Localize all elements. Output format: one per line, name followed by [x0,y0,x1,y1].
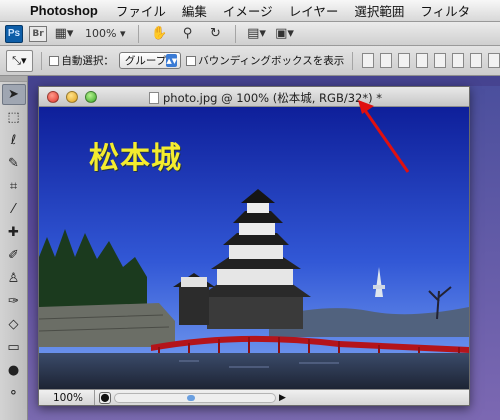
desktop-background [470,86,500,420]
brush-tool-icon[interactable]: ✐ [2,245,26,266]
view-extras-icon[interactable]: ▦▾ [53,25,75,43]
menu-filter[interactable]: フィルタ [420,1,470,20]
image-canvas[interactable]: 松本城 [39,107,469,389]
lasso-tool-icon[interactable]: ℓ [2,130,26,151]
blur-tool-icon[interactable]: ● [2,360,26,381]
align-top-icon[interactable] [361,53,374,68]
quick-selection-tool-icon[interactable]: ✎ [2,153,26,174]
minimize-button[interactable] [66,90,78,103]
app-menu[interactable]: Photoshop [30,3,98,18]
bounding-box-checkbox[interactable] [186,55,197,66]
status-info-menu-icon[interactable]: ⬤ [99,391,111,404]
auto-select-label: 自動選択： [61,55,114,67]
auto-select-option[interactable]: 自動選択： [49,53,114,68]
move-tool-icon[interactable]: ➤ [1,84,26,105]
align-bottom-icon[interactable] [397,53,410,68]
zoom-level-select[interactable]: 100% ▾ [85,27,125,40]
close-button[interactable] [47,90,59,103]
gradient-tool-icon[interactable]: ▭ [2,337,26,358]
marquee-tool-icon[interactable]: ⬚ [2,107,26,128]
clone-stamp-tool-icon[interactable]: ♙ [2,268,26,289]
divider [235,24,237,43]
align-left-icon[interactable] [415,53,428,68]
menu-edit[interactable]: 編集 [182,1,207,20]
divider [352,51,353,70]
auto-select-target-dropdown[interactable]: グループ ▲▼ [118,52,182,69]
photoshop-logo: Ps [5,24,23,43]
document-title: photo.jpg @ 100% (松本城, RGB/32*) * [149,90,382,106]
tool-preset-picker[interactable]: ⤡▾ [6,49,33,72]
distribute-center-icon[interactable] [487,53,500,68]
zoom-level-value: 100% [85,27,117,40]
screen-mode-icon[interactable]: ▣▾ [273,25,295,43]
menu-layer[interactable]: レイヤー [289,1,339,20]
align-horizontal-center-icon[interactable] [433,53,446,68]
scrollbar-thumb[interactable] [187,394,195,401]
menu-file[interactable]: ファイル [116,1,166,20]
menu-image[interactable]: イメージ [223,1,273,20]
application-bar: Ps Br ▦▾ 100% ▾ ✋ ⚲ ↻ ▤▾ ▣▾ [0,22,500,46]
zoom-button[interactable] [85,90,97,103]
menu-select[interactable]: 選択範囲 [354,1,404,20]
hand-tool-icon[interactable]: ✋ [148,25,170,43]
eyedropper-tool-icon[interactable]: ⁄ [2,199,26,220]
align-right-icon[interactable] [451,53,464,68]
overlay-text-layer[interactable]: 松本城 [89,133,182,177]
zoom-tool-icon[interactable]: ⚲ [176,25,198,43]
history-brush-tool-icon[interactable]: ✑ [2,291,26,312]
dodge-tool-icon[interactable]: ⚬ [2,383,26,404]
document-title-text: photo.jpg @ 100% (松本城, RGB/32*) * [163,91,382,105]
eraser-tool-icon[interactable]: ◇ [2,314,26,335]
document-zoom-field[interactable]: 100% [39,390,95,405]
file-icon [149,92,159,104]
document-status-bar: 100% ⬤ ▶ [39,389,469,405]
crop-tool-icon[interactable]: ⌗ [2,176,26,197]
horizontal-scrollbar[interactable] [114,392,276,403]
healing-brush-tool-icon[interactable]: ✚ [2,222,26,243]
tools-panel-grip[interactable] [0,76,27,82]
menu-bar: Photoshop ファイル 編集 イメージ レイヤー 選択範囲 フィルタ [0,0,500,22]
tools-panel: ➤ ⬚ ℓ ✎ ⌗ ⁄ ✚ ✐ ♙ ✑ ◇ ▭ ● ⚬ [0,76,28,420]
options-bar: ⤡▾ 自動選択： グループ ▲▼ バウンディングボックスを表示 [0,46,500,76]
document-window: photo.jpg @ 100% (松本城, RGB/32*) * 松本城 10… [38,86,470,406]
bridge-button[interactable]: Br [29,25,47,42]
align-vertical-center-icon[interactable] [379,53,392,68]
auto-select-target-value: グループ [124,55,167,67]
distribute-top-icon[interactable] [469,53,482,68]
bounding-box-label: バウンディングボックスを表示 [198,55,345,67]
rotate-view-icon[interactable]: ↻ [204,25,226,43]
document-titlebar[interactable]: photo.jpg @ 100% (松本城, RGB/32*) * [39,87,469,107]
auto-select-checkbox[interactable] [49,55,60,66]
arrange-documents-icon[interactable]: ▤▾ [245,25,267,43]
status-arrow-icon[interactable]: ▶ [279,393,289,403]
divider [138,24,140,43]
divider [40,51,42,70]
show-bounding-box-option[interactable]: バウンディングボックスを表示 [186,53,344,68]
dropdown-arrow-icon: ▲▼ [166,54,178,67]
